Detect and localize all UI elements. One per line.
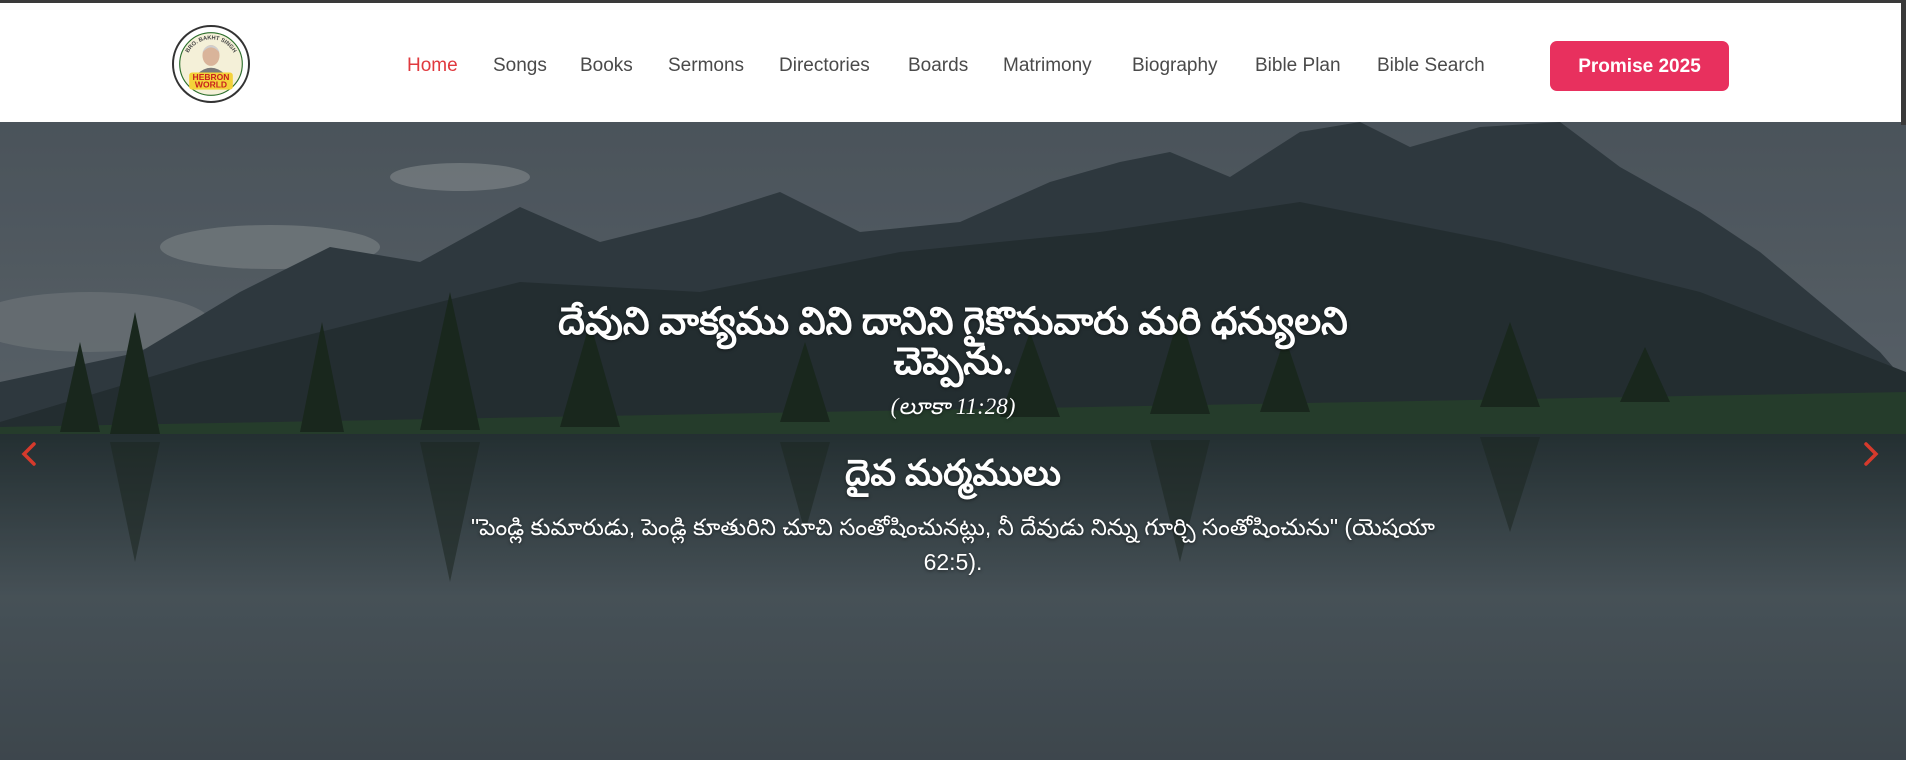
hebron-world-logo[interactable]: BRO. BAKHT SINGH HEBRON WORLD	[172, 25, 250, 103]
nav-bible-plan[interactable]: Bible Plan	[1255, 6, 1341, 125]
chevron-right-icon	[1864, 442, 1879, 466]
chevron-left-icon	[21, 442, 36, 466]
promise-quote: "పెండ్లి కుమారుడు, పెండ్లి కూతురిని చూచి…	[470, 514, 1436, 575]
nav-home[interactable]: Home	[407, 6, 458, 125]
nav-sermons[interactable]: Sermons	[668, 6, 744, 125]
top-navbar: BRO. BAKHT SINGH HEBRON WORLD Home Songs…	[0, 0, 1906, 125]
nav-biography[interactable]: Biography	[1132, 6, 1218, 125]
logo-emblem: BRO. BAKHT SINGH HEBRON WORLD	[175, 28, 247, 100]
promise-2025-button[interactable]: Promise 2025	[1550, 41, 1729, 91]
hero-content: దేవుని వాక్యము విని దానిని గైకొనువారు మర…	[0, 122, 1906, 760]
carousel-next-button[interactable]	[1852, 436, 1888, 472]
svg-text:WORLD: WORLD	[195, 80, 227, 90]
nav-bible-search[interactable]: Bible Search	[1377, 6, 1485, 125]
hero-carousel: దేవుని వాక్యము విని దానిని గైకొనువారు మర…	[0, 122, 1906, 760]
nav-books[interactable]: Books	[580, 6, 633, 125]
nav-songs[interactable]: Songs	[493, 6, 547, 125]
nav-matrimony[interactable]: Matrimony	[1003, 6, 1092, 125]
carousel-prev-button[interactable]	[12, 436, 48, 472]
hero-verse: దేవుని వాక్యము విని దానిని గైకొనువారు మర…	[558, 301, 1348, 383]
window-edge	[1901, 3, 1906, 125]
nav-directories[interactable]: Directories	[779, 6, 870, 125]
verse-reference: (లూకా 11:28)	[890, 394, 1016, 419]
section-heading: దైవ మర్మములు	[845, 453, 1061, 493]
nav-boards[interactable]: Boards	[908, 6, 968, 125]
